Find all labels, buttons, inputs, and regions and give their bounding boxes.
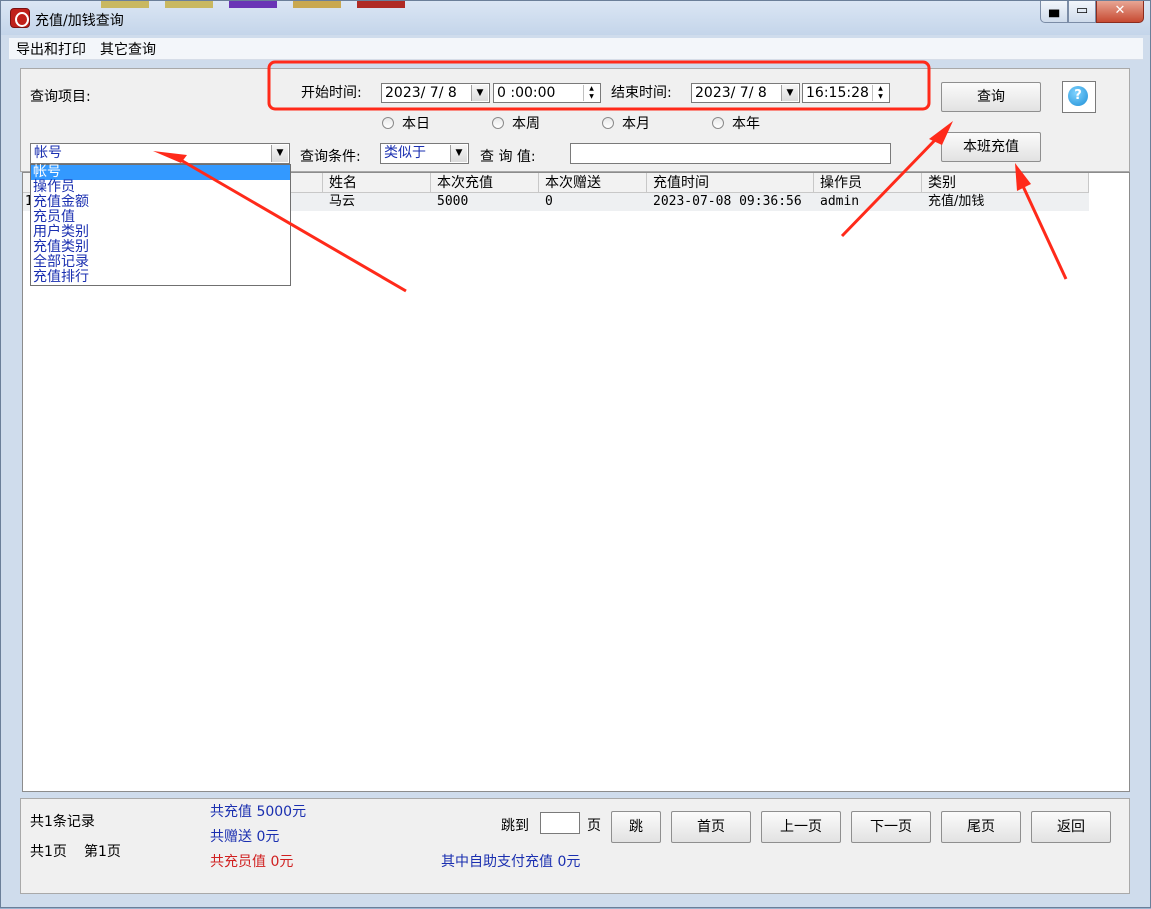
- start-time-input[interactable]: 0 :00:00 ▲ ▼: [493, 83, 601, 103]
- option-item[interactable]: 充值金额: [31, 195, 290, 210]
- cell-operator: admin: [820, 194, 860, 209]
- window-controls: ▄ ▭ ✕: [1040, 1, 1144, 25]
- period-month-label: 本月: [622, 116, 650, 132]
- option-item[interactable]: 操作员: [31, 180, 290, 195]
- radio-icon: [602, 117, 614, 129]
- radio-icon: [712, 117, 724, 129]
- back-button[interactable]: 返回: [1031, 811, 1111, 843]
- jump-button[interactable]: 跳: [611, 811, 661, 843]
- start-time-value: 0 :00:00: [497, 85, 556, 101]
- maximize-button[interactable]: ▭: [1068, 1, 1096, 23]
- period-week-radio[interactable]: 本周: [492, 113, 540, 133]
- maximize-icon: ▭: [1075, 3, 1089, 18]
- period-year-radio[interactable]: 本年: [712, 113, 760, 133]
- app-icon: [10, 8, 30, 28]
- search-value-label: 查 询 值:: [480, 149, 536, 165]
- self-pay-total: 其中自助支付充值 0元: [441, 854, 581, 870]
- minimize-button[interactable]: ▄: [1040, 1, 1068, 23]
- column-header-operator[interactable]: 操作员: [814, 173, 922, 193]
- query-field-options: 帐号 操作员 充值金额 充员值 用户类别 充值类别 全部记录 充值排行: [30, 164, 291, 286]
- end-time-value: 16:15:28: [806, 85, 869, 101]
- condition-label: 查询条件:: [300, 149, 361, 165]
- end-time-label: 结束时间:: [611, 85, 672, 101]
- current-page: 第1页: [84, 844, 121, 860]
- window-title: 充值/加钱查询: [35, 13, 124, 29]
- query-panel: 查询项目: 开始时间: 2023/ 7/ 8 ▼ 0 :00:00 ▲ ▼ 结束时…: [20, 68, 1130, 172]
- chevron-down-icon[interactable]: ▼: [450, 145, 467, 162]
- help-button[interactable]: ?: [1062, 81, 1096, 113]
- end-date-value: 2023/ 7/ 8: [695, 85, 767, 101]
- query-field-value: 帐号: [34, 145, 62, 161]
- option-item[interactable]: 用户类别: [31, 225, 290, 240]
- start-time-label: 开始时间:: [301, 85, 362, 101]
- period-week-label: 本周: [512, 116, 540, 132]
- end-date-picker[interactable]: 2023/ 7/ 8 ▼: [691, 83, 800, 103]
- column-header-gift[interactable]: 本次赠送: [539, 173, 647, 193]
- next-page-button[interactable]: 下一页: [851, 811, 931, 843]
- title-bar: 充值/加钱查询 ▄ ▭ ✕: [1, 1, 1150, 35]
- period-today-radio[interactable]: 本日: [382, 113, 430, 133]
- cell-name: 马云: [329, 194, 356, 209]
- first-page-button[interactable]: 首页: [671, 811, 751, 843]
- cell-time: 2023-07-08 09:36:56: [653, 194, 802, 209]
- total-pages: 共1页: [30, 844, 67, 860]
- period-year-label: 本年: [732, 116, 760, 132]
- column-header-name[interactable]: 姓名: [323, 173, 431, 193]
- start-date-picker[interactable]: 2023/ 7/ 8 ▼: [381, 83, 490, 103]
- option-item[interactable]: 帐号: [31, 165, 290, 180]
- jump-page-input[interactable]: [540, 812, 580, 834]
- condition-value: 类似于: [384, 145, 426, 161]
- help-icon: ?: [1068, 86, 1088, 106]
- jump-label: 跳到: [501, 818, 529, 834]
- column-header-type[interactable]: 类别: [922, 173, 1089, 193]
- menu-bar: 导出和打印 其它查询: [9, 38, 1143, 60]
- column-header-time[interactable]: 充值时间: [647, 173, 814, 193]
- close-icon: ✕: [1114, 3, 1126, 18]
- condition-select[interactable]: 类似于 ▼: [380, 143, 469, 164]
- end-time-input[interactable]: 16:15:28 ▲ ▼: [802, 83, 890, 103]
- radio-icon: [382, 117, 394, 129]
- search-value-input[interactable]: [570, 143, 891, 164]
- radio-icon: [492, 117, 504, 129]
- record-count: 共1条记录: [30, 814, 95, 830]
- option-item[interactable]: 充值类别: [31, 240, 290, 255]
- background-taskbar-strip: [101, 1, 481, 9]
- prev-page-button[interactable]: 上一页: [761, 811, 841, 843]
- option-item[interactable]: 充员值: [31, 210, 290, 225]
- page-unit-label: 页: [587, 818, 601, 834]
- start-date-value: 2023/ 7/ 8: [385, 85, 457, 101]
- menu-other-query[interactable]: 其它查询: [93, 39, 163, 59]
- start-time-spinner[interactable]: ▲ ▼: [583, 85, 599, 101]
- total-recharge: 共充值 5000元: [210, 804, 307, 820]
- chevron-down-icon[interactable]: ▼: [781, 85, 798, 101]
- minimize-icon: ▄: [1049, 3, 1059, 18]
- cell-gift: 0: [545, 194, 553, 209]
- period-today-label: 本日: [402, 116, 430, 132]
- column-header-recharge[interactable]: 本次充值: [431, 173, 539, 193]
- total-gift: 共赠送 0元: [210, 829, 280, 845]
- close-button[interactable]: ✕: [1096, 1, 1144, 23]
- menu-export-print[interactable]: 导出和打印: [9, 39, 93, 59]
- footer-panel: 共1条记录 共1页 第1页 共充值 5000元 共赠送 0元 共充员值 0元 其…: [20, 798, 1130, 894]
- chevron-down-icon[interactable]: ▼: [271, 145, 288, 162]
- option-item[interactable]: 充值排行: [31, 270, 290, 285]
- cell-recharge: 5000: [437, 194, 469, 209]
- option-item[interactable]: 全部记录: [31, 255, 290, 270]
- query-field-select[interactable]: 帐号 ▼: [30, 143, 290, 164]
- chevron-down-icon[interactable]: ▼: [471, 85, 488, 101]
- total-member-value: 共充员值 0元: [210, 854, 294, 870]
- end-time-spinner[interactable]: ▲ ▼: [872, 85, 888, 101]
- shift-recharge-button[interactable]: 本班充值: [941, 132, 1041, 162]
- query-item-label: 查询项目:: [30, 89, 91, 105]
- cell-type: 充值/加钱: [928, 194, 985, 209]
- query-button[interactable]: 查询: [941, 82, 1041, 112]
- last-page-button[interactable]: 尾页: [941, 811, 1021, 843]
- period-month-radio[interactable]: 本月: [602, 113, 650, 133]
- main-window: 充值/加钱查询 ▄ ▭ ✕ 导出和打印 其它查询 查询项目: 开始时间: 202…: [0, 0, 1151, 908]
